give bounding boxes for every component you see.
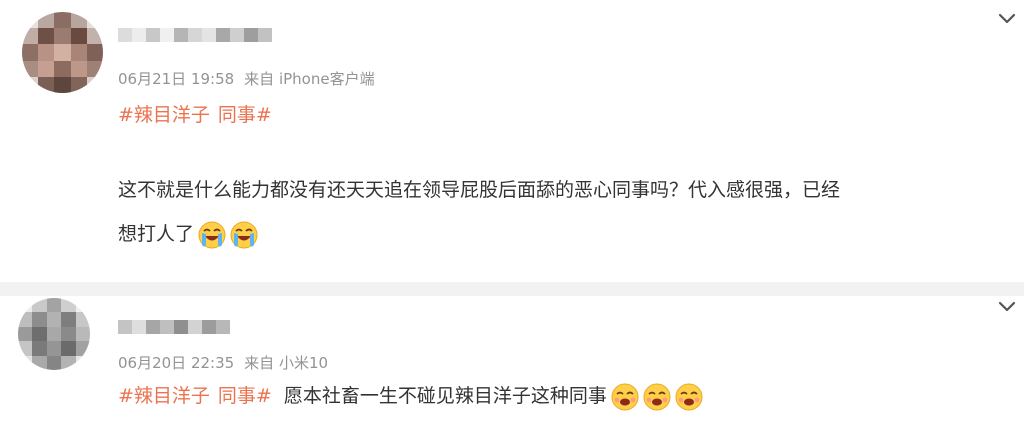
comment-line-text: 想打人了 bbox=[118, 223, 195, 245]
laughing-icon bbox=[675, 383, 703, 411]
laughing-icon bbox=[643, 383, 671, 411]
tag-part[interactable]: 同事# bbox=[218, 385, 272, 407]
tag-part[interactable]: 同事# bbox=[218, 104, 272, 126]
source: 来自 iPhone客户端 bbox=[244, 70, 375, 88]
comment-meta: 06月21日 19:58 来自 iPhone客户端 bbox=[118, 68, 375, 89]
timestamp: 06月21日 19:58 bbox=[118, 70, 235, 88]
laughing-icon bbox=[611, 383, 639, 411]
tag-part[interactable]: #辣目洋子 bbox=[118, 104, 210, 126]
comment-meta: 06月20日 22:35 来自 小米10 bbox=[118, 352, 328, 373]
crying-laughing-icon bbox=[230, 221, 258, 249]
chevron-down-icon[interactable] bbox=[996, 296, 1018, 318]
tag-part[interactable]: #辣目洋子 bbox=[118, 385, 210, 407]
username-blurred[interactable] bbox=[118, 320, 230, 334]
username-blurred[interactable] bbox=[118, 28, 272, 42]
comment-line: 这不就是什么能力都没有还天天追在领导屁股后面舔的恶心同事吗？代入感很强，已经 bbox=[118, 179, 841, 201]
section-divider bbox=[0, 282, 1024, 296]
comment-text: 这不就是什么能力都没有还天天追在领导屁股后面舔的恶心同事吗？代入感很强，已经 想… bbox=[118, 168, 1008, 256]
comment-card: 06月20日 22:35 来自 小米10 #辣目洋子 同事# 愿本社畜一生不碰见辣目… bbox=[0, 296, 1024, 443]
topic-tag[interactable]: #辣目洋子 同事# bbox=[118, 385, 272, 407]
source: 来自 小米10 bbox=[244, 354, 329, 372]
comment-line-text: 愿本社畜一生不碰见辣目洋子这种同事 bbox=[283, 385, 607, 407]
topic-tag[interactable]: #辣目洋子 同事# bbox=[118, 100, 272, 127]
avatar[interactable] bbox=[22, 12, 103, 93]
chevron-down-icon[interactable] bbox=[996, 8, 1018, 30]
comment-card: 06月21日 19:58 来自 iPhone客户端 #辣目洋子 同事# 这不就是什么… bbox=[0, 0, 1024, 282]
comment-text: #辣目洋子 同事# 愿本社畜一生不碰见辣目洋子这种同事 bbox=[118, 380, 703, 412]
comment-line: 想打人了 bbox=[118, 212, 1008, 256]
timestamp: 06月20日 22:35 bbox=[118, 354, 235, 372]
avatar[interactable] bbox=[18, 298, 90, 370]
crying-laughing-icon bbox=[198, 221, 226, 249]
